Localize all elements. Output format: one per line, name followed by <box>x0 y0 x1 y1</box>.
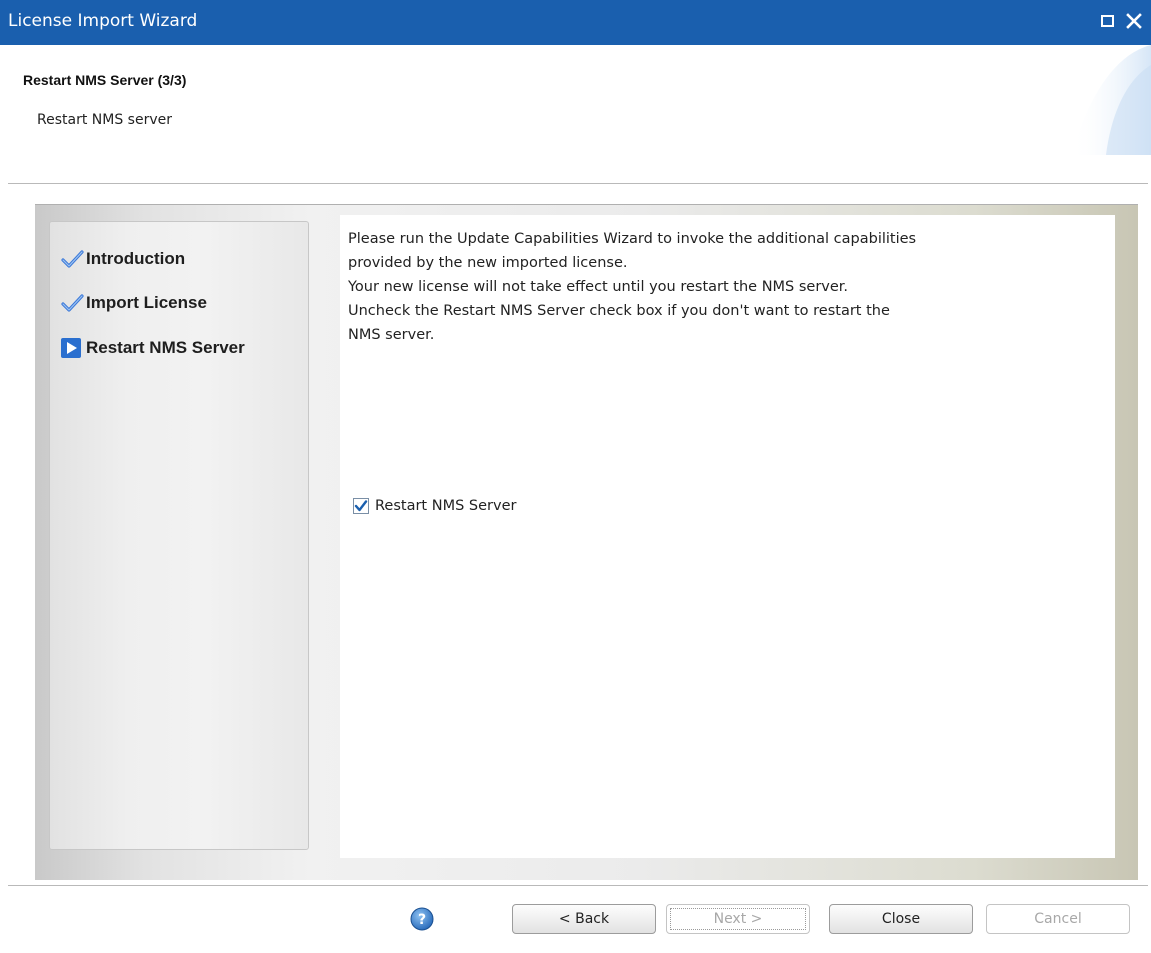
wizard-header: Restart NMS Server (3/3) Restart NMS ser… <box>0 45 1151 183</box>
header-decoration <box>1071 45 1151 155</box>
step-label: Introduction <box>86 249 186 268</box>
checkbox-check-icon <box>354 500 368 512</box>
instruction-line: Your new license will not take effect un… <box>348 279 849 295</box>
checkmark-icon <box>60 248 86 270</box>
step-description: Restart NMS server <box>37 112 172 128</box>
instruction-line: Please run the Update Capabilities Wizar… <box>348 231 917 247</box>
maximize-icon[interactable] <box>1099 12 1117 30</box>
restart-nms-server-checkbox[interactable] <box>353 498 369 514</box>
close-button[interactable]: Close <box>829 904 973 934</box>
instruction-line: provided by the new imported license. <box>348 255 628 271</box>
step-item-introduction: Introduction <box>60 246 185 272</box>
window-title: License Import Wizard <box>8 11 198 31</box>
step-item-restart-nms-server: Restart NMS Server <box>60 335 245 361</box>
step-item-import-license: Import License <box>60 290 207 316</box>
checkmark-icon <box>60 292 86 314</box>
header-divider <box>8 183 1148 184</box>
wizard-footer: ? < Back Next > Close Cancel <box>0 886 1151 953</box>
back-button[interactable]: < Back <box>512 904 656 934</box>
instruction-line: NMS server. <box>348 327 435 343</box>
step-label: Import License <box>86 293 207 312</box>
license-import-wizard-window: License Import Wizard Restart NMS Server… <box>0 0 1151 953</box>
cancel-button[interactable]: Cancel <box>986 904 1130 934</box>
content-panel: Please run the Update Capabilities Wizar… <box>340 215 1115 858</box>
restart-nms-server-option[interactable]: Restart NMS Server <box>353 498 516 514</box>
instructions-text: Please run the Update Capabilities Wizar… <box>348 227 1108 347</box>
instruction-line: Uncheck the Restart NMS Server check box… <box>348 303 890 319</box>
svg-text:?: ? <box>418 912 426 928</box>
step-label: Restart NMS Server <box>86 338 245 357</box>
checkbox-label[interactable]: Restart NMS Server <box>375 498 516 514</box>
steps-list: Introduction Import License Restart NMS … <box>49 221 309 850</box>
focus-ring <box>670 908 806 930</box>
help-icon[interactable]: ? <box>410 907 434 931</box>
wizard-body: Introduction Import License Restart NMS … <box>35 204 1138 880</box>
title-bar[interactable]: License Import Wizard <box>0 0 1151 45</box>
close-icon[interactable] <box>1125 12 1143 30</box>
step-title: Restart NMS Server (3/3) <box>23 72 187 88</box>
play-arrow-icon <box>60 337 86 359</box>
next-button[interactable]: Next > <box>666 904 810 934</box>
